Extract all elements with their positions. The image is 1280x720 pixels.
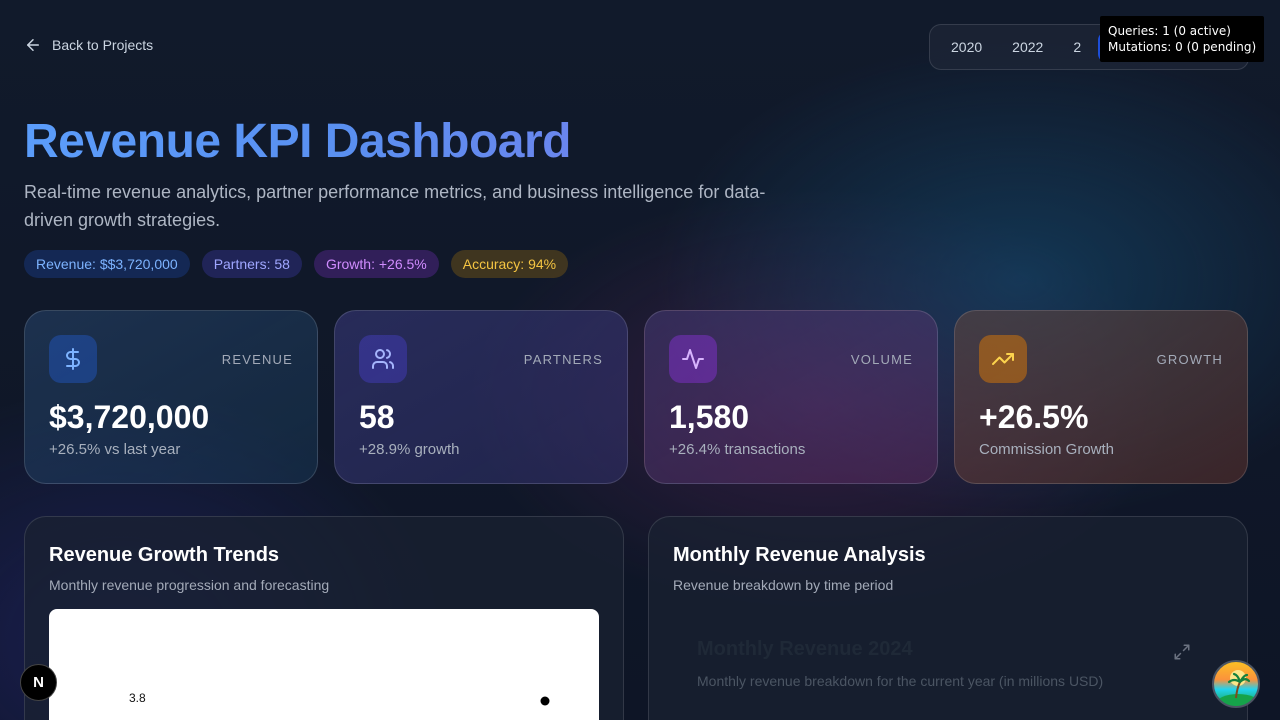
panel-subtitle: Revenue breakdown by time period xyxy=(673,577,894,593)
page-title: Revenue KPI Dashboard xyxy=(24,115,571,168)
kpi-value: 58 xyxy=(359,399,395,435)
query-devtools-tooltip: Queries: 1 (0 active) Mutations: 0 (0 pe… xyxy=(1100,16,1265,62)
revenue-growth-panel: Revenue Growth Trends Monthly revenue pr… xyxy=(24,516,624,720)
next-logo-letter: N xyxy=(33,674,44,691)
page-subtitle: Real-time revenue analytics, partner per… xyxy=(24,182,766,230)
revenue-growth-chart: 3.8 xyxy=(49,609,599,720)
y-axis-tick: 3.8 xyxy=(129,691,146,705)
kpi-value: 1,580 xyxy=(669,399,750,435)
kpi-label: VOLUME xyxy=(850,352,913,367)
kpi-label: REVENUE xyxy=(221,352,293,367)
palm-island-icon xyxy=(1216,670,1258,706)
accuracy-badge: Accuracy: 94% xyxy=(450,250,569,278)
summary-badges: Revenue: $$3,720,000 Partners: 58 Growth… xyxy=(24,250,569,278)
back-to-projects-link[interactable]: Back to Projects xyxy=(24,36,153,54)
card-subtitle: Monthly revenue breakdown for the curren… xyxy=(697,673,1104,689)
kpi-label: GROWTH xyxy=(1156,352,1223,367)
dollar-icon xyxy=(49,335,97,383)
kpi-value: +26.5% xyxy=(979,399,1089,435)
users-icon xyxy=(359,335,407,383)
data-point xyxy=(540,696,550,706)
panel-title: Monthly Revenue Analysis xyxy=(673,544,926,566)
kpi-card-growth: GROWTH +26.5% Commission Growth xyxy=(954,310,1248,484)
monthly-revenue-card: Monthly Revenue 2024 Monthly revenue bre… xyxy=(697,638,1197,689)
kpi-value: $3,720,000 xyxy=(49,399,210,435)
panel-title: Revenue Growth Trends xyxy=(49,544,280,566)
growth-badge: Growth: +26.5% xyxy=(313,250,439,278)
arrow-left-icon xyxy=(27,39,39,51)
queries-status: Queries: 1 (0 active) xyxy=(1108,24,1231,38)
kpi-card-volume: VOLUME 1,580 +26.4% transactions xyxy=(644,310,938,484)
kpi-change: +26.4% transactions xyxy=(669,441,806,458)
panel-subtitle: Monthly revenue progression and forecast… xyxy=(49,577,330,593)
activity-icon xyxy=(669,335,717,383)
mutations-status: Mutations: 0 (0 pending) xyxy=(1108,40,1257,54)
year-tab-2022[interactable]: 2022 xyxy=(999,33,1056,61)
expand-icon[interactable] xyxy=(1173,643,1191,661)
revenue-badge: Revenue: $$3,720,000 xyxy=(24,250,190,278)
kpi-card-revenue: REVENUE $3,720,000 +26.5% vs last year xyxy=(24,310,318,484)
year-tab-partial[interactable]: 2 xyxy=(1060,33,1094,61)
partners-badge: Partners: 58 xyxy=(201,250,302,278)
trending-up-icon xyxy=(979,335,1027,383)
year-tab-2020[interactable]: 2020 xyxy=(938,33,995,61)
kpi-change: +26.5% vs last year xyxy=(49,441,181,458)
monthly-revenue-panel: Monthly Revenue Analysis Revenue breakdo… xyxy=(648,516,1248,720)
kpi-change: +28.9% growth xyxy=(359,441,460,458)
kpi-change: Commission Growth xyxy=(979,441,1115,458)
kpi-label: PARTNERS xyxy=(523,352,603,367)
query-devtools-toggle[interactable] xyxy=(1212,660,1260,708)
card-title: Monthly Revenue 2024 xyxy=(697,638,913,660)
back-link-label: Back to Projects xyxy=(52,37,154,53)
nextjs-devtools-button[interactable]: N xyxy=(20,664,57,701)
kpi-card-partners: PARTNERS 58 +28.9% growth xyxy=(334,310,628,484)
